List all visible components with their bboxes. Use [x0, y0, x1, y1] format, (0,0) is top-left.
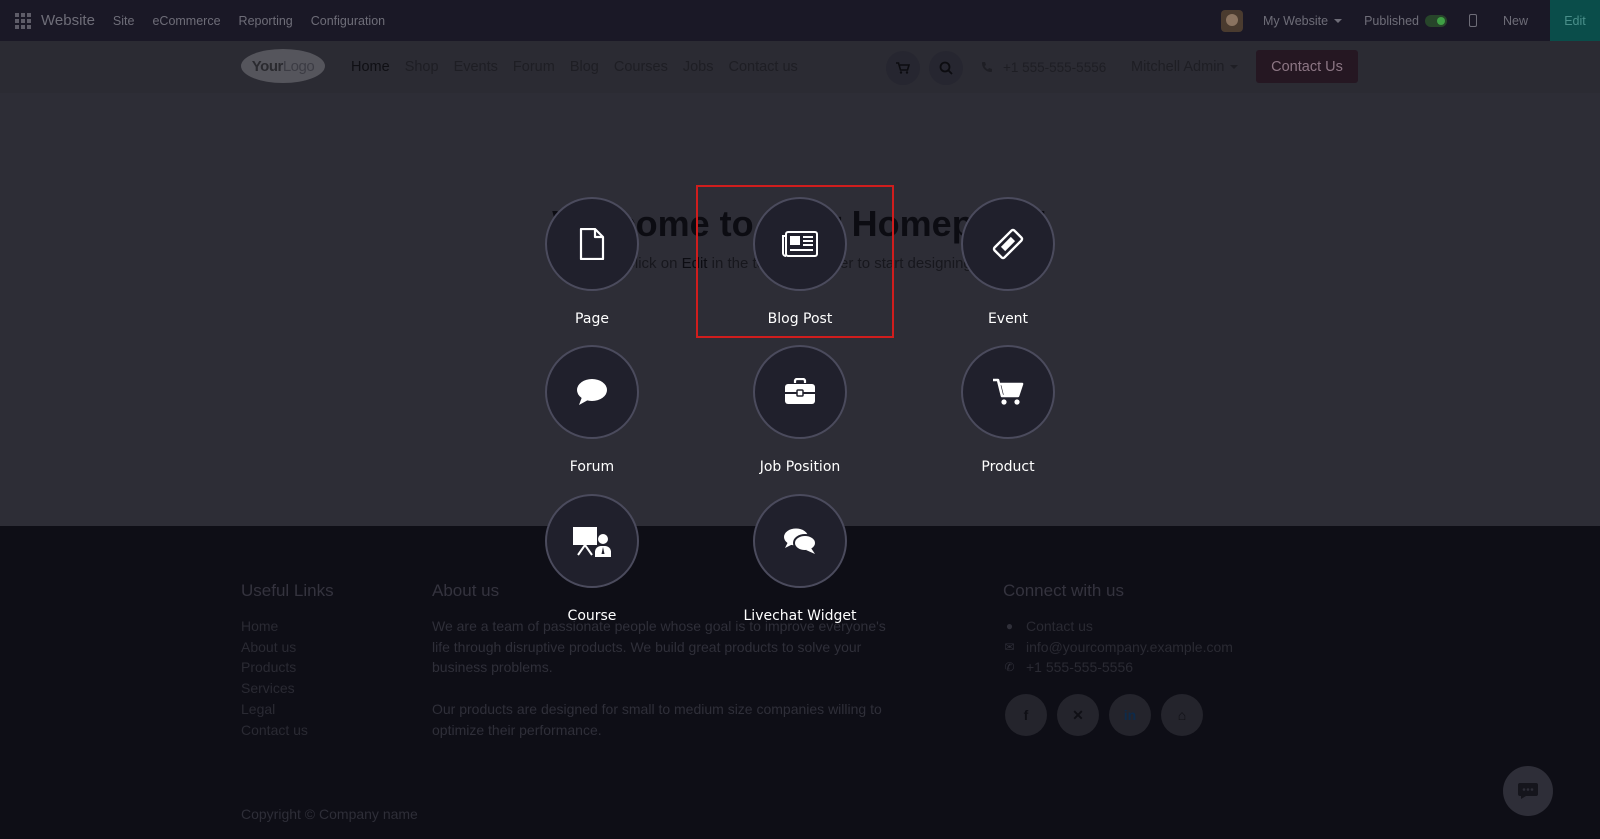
option-event-circle[interactable] [961, 197, 1055, 291]
selected-option-highlight [696, 185, 894, 338]
new-content-dialog: Page Blog Post Event Forum Job Position … [0, 0, 1600, 839]
option-event-label: Event [987, 311, 1029, 327]
ticket-icon [992, 228, 1024, 260]
option-product[interactable]: Product [908, 345, 1108, 475]
option-job-position-circle[interactable] [753, 345, 847, 439]
option-page-circle[interactable] [545, 197, 639, 291]
option-job-position[interactable]: Job Position [700, 345, 900, 475]
briefcase-icon [785, 378, 815, 404]
option-page-label: Page [575, 311, 609, 327]
option-event[interactable]: Event [908, 197, 1108, 327]
option-forum-circle[interactable] [545, 345, 639, 439]
comments-icon [784, 528, 817, 554]
option-livechat-widget-label: Livechat Widget [743, 608, 857, 624]
option-job-position-label: Job Position [759, 459, 841, 475]
option-product-label: Product [981, 459, 1035, 475]
page-icon [579, 228, 605, 260]
option-course[interactable]: Course [492, 494, 692, 624]
option-forum[interactable]: Forum [492, 345, 692, 475]
option-livechat-widget-circle[interactable] [753, 494, 847, 588]
comment-icon [577, 379, 607, 405]
option-course-label: Course [567, 608, 617, 624]
option-forum-label: Forum [569, 459, 615, 475]
cart-icon [993, 378, 1024, 405]
option-course-circle[interactable] [545, 494, 639, 588]
option-product-circle[interactable] [961, 345, 1055, 439]
option-page[interactable]: Page [492, 197, 692, 327]
teacher-icon [573, 527, 611, 557]
option-livechat-widget[interactable]: Livechat Widget [700, 494, 900, 624]
